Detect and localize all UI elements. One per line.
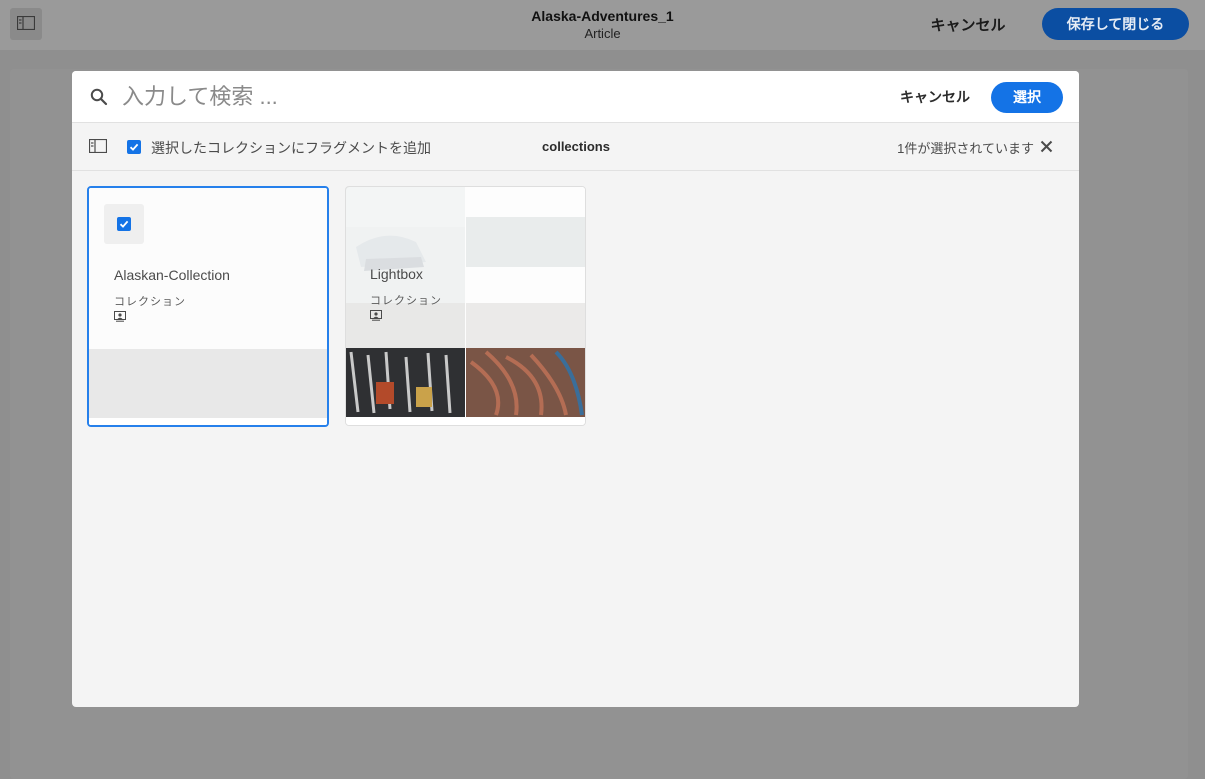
editor-cancel-button[interactable]: キャンセル [922, 14, 1014, 35]
clear-selection-close-icon[interactable] [1040, 140, 1053, 153]
document-title: Alaska-Adventures_1 [531, 8, 674, 24]
collection-icon [370, 310, 382, 321]
card-checkbox[interactable] [117, 217, 131, 231]
document-type: Article [584, 26, 621, 41]
search-input[interactable] [120, 81, 724, 113]
collection-card[interactable]: Alaskan-Collection コレクション [87, 186, 329, 427]
collection-icon [114, 311, 126, 322]
card-checkbox-area[interactable] [104, 204, 144, 244]
card-type: コレクション [370, 295, 442, 307]
add-to-collection-label[interactable]: 選択したコレクションにフラグメントを追加 [151, 138, 431, 158]
current-location: collections [542, 139, 610, 154]
card-footer [89, 418, 327, 425]
search-icon [90, 88, 108, 106]
card-title: Lightbox [370, 266, 423, 282]
checkmark-icon [129, 143, 139, 151]
collection-card[interactable]: Lightbox コレクション [345, 186, 586, 426]
search-bar: キャンセル 選択 [72, 71, 1079, 123]
app-header: Alaska-Adventures_1 Article キャンセル 保存して閉じ… [0, 0, 1205, 50]
dialog-select-button[interactable]: 選択 [991, 82, 1063, 113]
card-title: Alaskan-Collection [114, 267, 230, 283]
card-type: コレクション [114, 296, 186, 308]
card-thumbnail-placeholder [89, 349, 327, 418]
save-and-close-button[interactable]: 保存して閉じる [1042, 8, 1189, 40]
dialog-cancel-button[interactable]: キャンセル [894, 87, 976, 107]
dialog-toolbar: 選択したコレクションにフラグメントを追加 collections 1件が選択され… [72, 123, 1079, 171]
add-to-collection-checkbox[interactable] [127, 140, 141, 154]
card-footer [346, 417, 585, 425]
side-panel-icon[interactable] [89, 139, 107, 153]
selection-count: 1件が選択されています [897, 141, 1034, 156]
checkmark-icon [119, 220, 129, 228]
select-collection-dialog: キャンセル 選択 選択したコレクションにフラグメントを追加 collection… [72, 71, 1079, 707]
